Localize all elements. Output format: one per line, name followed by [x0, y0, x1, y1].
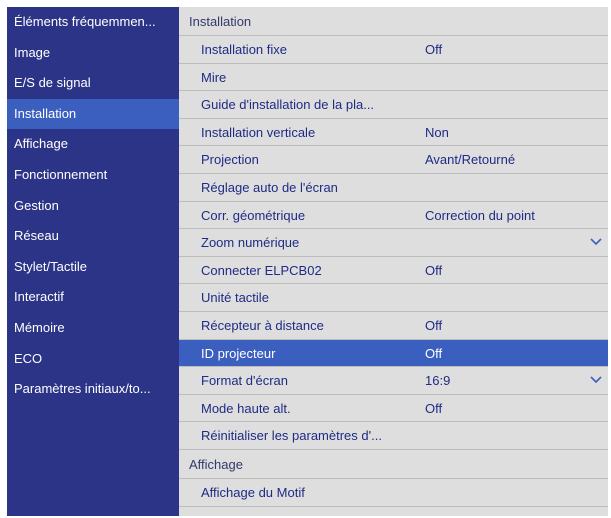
menu-row-label: Installation verticale [201, 124, 316, 140]
sidebar-item-gestion[interactable]: Gestion [7, 191, 179, 222]
menu-row[interactable]: Zoom numérique [179, 229, 608, 257]
menu-row[interactable]: Réglage auto de l'écran [179, 174, 608, 202]
menu-row[interactable]: Unité tactile [179, 284, 608, 312]
menu-row-value: Off [425, 42, 443, 57]
menu-row-label: Zoom numérique [201, 235, 300, 251]
sidebar-item-affichage[interactable]: Affichage [7, 129, 179, 160]
sidebar-item-installation[interactable]: Installation [7, 98, 179, 130]
menu-row-value: Correction du point [425, 207, 535, 223]
sidebar-item-image[interactable]: Image [7, 38, 179, 69]
menu-row-value: Off [425, 345, 443, 361]
menu-row-label: Projection [201, 152, 259, 168]
menu-row-label: Mode haute alt. [201, 400, 291, 416]
menu-row-label: Guide d'installation de la pla... [201, 97, 375, 113]
menu-row-value: Off [425, 400, 443, 416]
menu-row[interactable]: Mode haute alt. Off [179, 395, 608, 423]
menu-row-value: Off [425, 317, 443, 333]
sidebar-item-l-ments-fr-quemmen[interactable]: Éléments fréquemmen... [7, 7, 179, 38]
menu-row-label: Unité tactile [201, 290, 269, 306]
menu-row-value: Off [425, 262, 443, 278]
chevron-down-icon [590, 238, 602, 246]
menu-row[interactable]: Mire [179, 64, 608, 92]
menu-row-value: Non [425, 124, 449, 140]
sidebar-item-fonctionnement[interactable]: Fonctionnement [7, 160, 179, 191]
sidebar-item-e-s-de-signal[interactable]: E/S de signal [7, 68, 179, 99]
sidebar-item-param-tres-initiaux-to[interactable]: Paramètres initiaux/to... [7, 374, 179, 405]
menu-row-label: Affichage du Motif [201, 484, 305, 500]
menu-row[interactable]: Guide d'installation de la pla... [179, 91, 608, 119]
menu-row[interactable]: Récepteur à distance Off [179, 312, 608, 340]
main-panel: Installation Installation fixe Off Mire Gui… [179, 7, 608, 516]
section-header-affichage: Affichage [179, 449, 608, 479]
sidebar-item-stylet-tactile[interactable]: Stylet/Tactile [7, 252, 179, 283]
menu-row-label: Connecter ELPCB02 [201, 262, 322, 278]
projector-menu: Éléments fréquemmen... Image E/S de signal… [7, 7, 608, 516]
menu-row[interactable]: Corr. géométrique Correction du point [179, 202, 608, 230]
menu-row-label: ID projecteur [201, 345, 276, 361]
sidebar: Éléments fréquemmen... Image E/S de signal… [7, 7, 179, 516]
menu-row[interactable]: Format d'écran 16:9 [179, 367, 608, 395]
menu-row[interactable]: Connecter ELPCB02 Off [179, 257, 608, 285]
menu-row[interactable]: ID projecteur Off [179, 339, 608, 368]
menu-row[interactable]: Installation verticale Non [179, 119, 608, 147]
menu-row-value: 16:9 [425, 373, 451, 389]
menu-row-label: Récepteur à distance [201, 317, 324, 333]
menu-row-label: Mire [201, 69, 227, 85]
menu-row[interactable]: Projection Avant/Retourné [179, 146, 608, 174]
sidebar-item-m-moire[interactable]: Mémoire [7, 313, 179, 344]
menu-row-label: Corr. géométrique [201, 207, 306, 223]
chevron-down-icon [590, 376, 602, 384]
sidebar-item-eco[interactable]: ECO [7, 344, 179, 375]
menu-row-label: Réglage auto de l'écran [201, 179, 338, 195]
menu-row-value: Avant/Retourné [425, 152, 516, 168]
sidebar-item-r-seau[interactable]: Réseau [7, 221, 179, 252]
sidebar-item-interactif[interactable]: Interactif [7, 282, 179, 313]
menu-row[interactable]: Réinitialiser les paramètres d'... [179, 422, 608, 450]
section-header-installation: Installation [179, 7, 608, 36]
menu-row-label: Installation fixe [201, 42, 287, 57]
menu-row[interactable]: Installation fixe Off [179, 36, 608, 64]
menu-row-label: Réinitialiser les paramètres d'... [201, 428, 382, 444]
menu-row-label: Format d'écran [201, 373, 289, 389]
menu-row[interactable]: Affichage du Motif [179, 479, 608, 507]
